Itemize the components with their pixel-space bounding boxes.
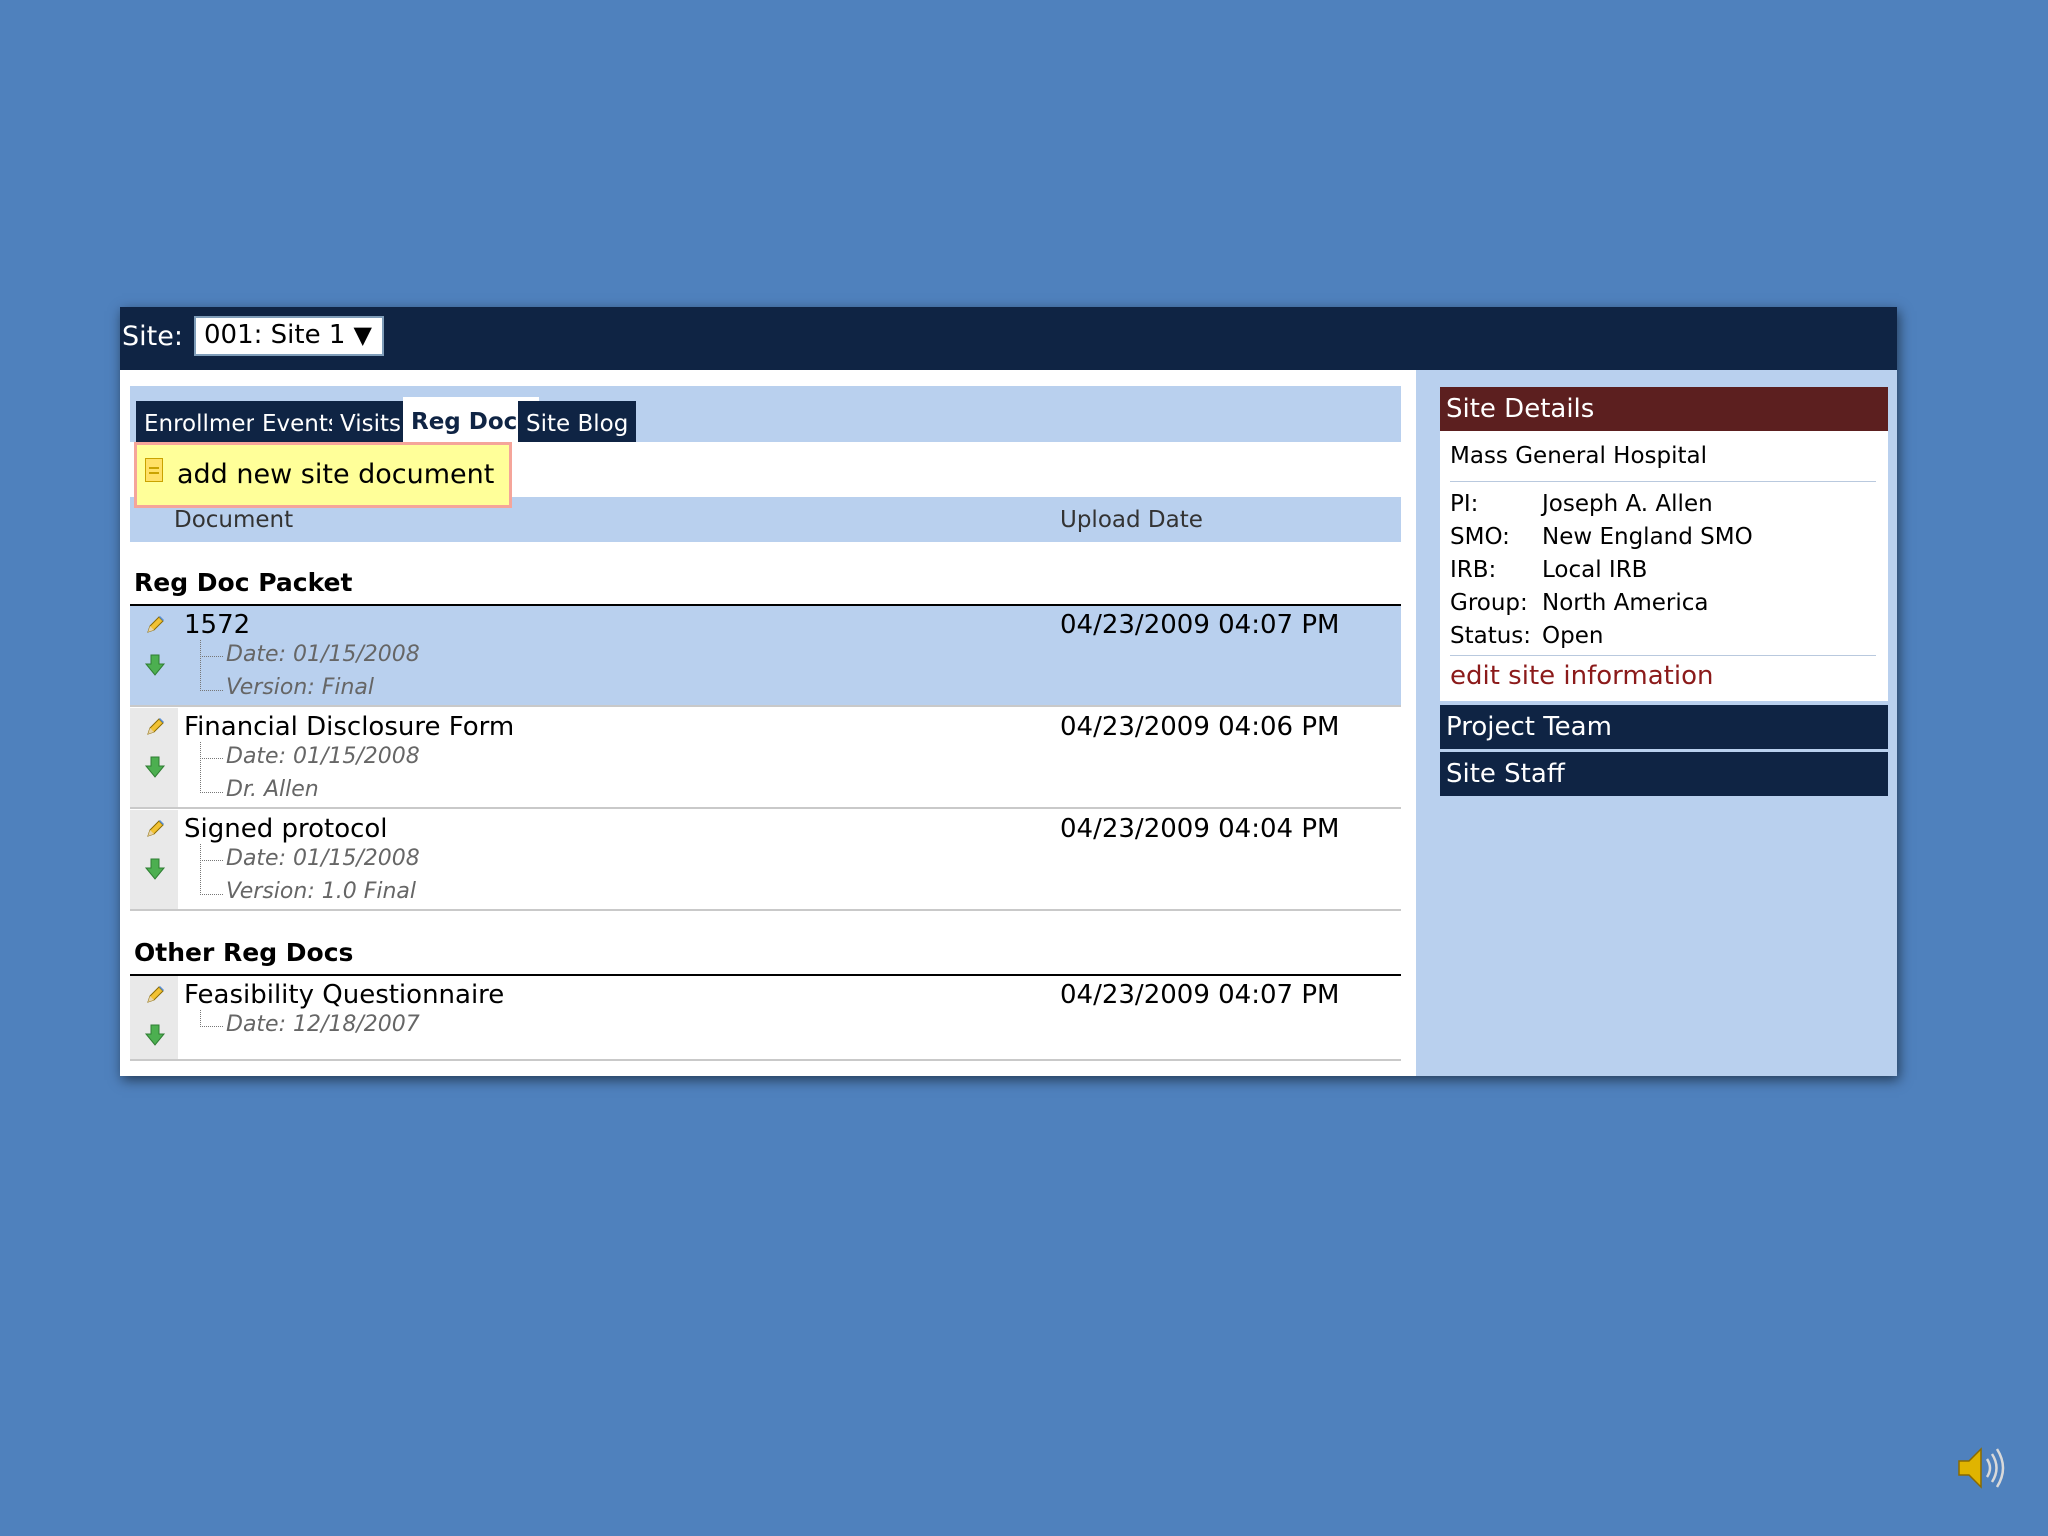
detail-key: SMO: [1450, 524, 1510, 550]
detail-status: Status: Open [1450, 623, 1603, 649]
speaker-icon[interactable] [1955, 1443, 2011, 1493]
document-meta: Date: 12/18/2007 [226, 1012, 420, 1037]
upload-date: 04/23/2009 04:04 PM [1060, 814, 1340, 844]
tree-connector [200, 758, 223, 793]
detail-smo: SMO: New England SMO [1450, 524, 1753, 550]
add-site-document-button[interactable]: add new site document [134, 442, 512, 508]
edit-site-information-link[interactable]: edit site information [1450, 661, 1713, 691]
table-row[interactable]: Signed protocol 04/23/2009 04:04 PM Date… [130, 810, 1401, 911]
site-details-panel: Mass General Hospital PI: Joseph A. Allen… [1440, 431, 1888, 701]
divider [1450, 481, 1876, 482]
site-staff-panel[interactable]: Site Staff [1440, 752, 1888, 796]
upload-date: 04/23/2009 04:07 PM [1060, 610, 1340, 640]
tree-connector [200, 640, 223, 657]
dropdown-arrow-icon[interactable]: ▼ [354, 318, 372, 352]
tree-connector [200, 860, 223, 895]
project-team-panel[interactable]: Project Team [1440, 705, 1888, 749]
site-bar: Site: 001: Site 1 ▼ [120, 307, 1897, 370]
detail-value: Open [1542, 623, 1604, 649]
tree-connector [200, 742, 223, 759]
detail-key: Group: [1450, 590, 1528, 616]
section-title: Reg Doc Packet [134, 568, 353, 597]
upload-date: 04/23/2009 04:06 PM [1060, 712, 1340, 742]
document-meta: Dr. Allen [226, 777, 319, 802]
edit-pencil-icon[interactable] [144, 614, 166, 636]
document-title[interactable]: Signed protocol [184, 814, 388, 844]
table-row[interactable]: 1572 04/23/2009 04:07 PM Date: 01/15/200… [130, 606, 1401, 707]
detail-value: New England SMO [1542, 524, 1753, 550]
column-header-upload-date[interactable]: Upload Date [1060, 507, 1203, 533]
table-row[interactable]: Feasibility Questionnaire 04/23/2009 04:… [130, 976, 1401, 1061]
detail-value: Local IRB [1542, 557, 1648, 583]
site-select[interactable]: 001: Site 1 ▼ [194, 316, 384, 356]
tree-connector [200, 656, 223, 691]
detail-group: Group: North America [1450, 590, 1709, 616]
download-arrow-icon[interactable] [144, 653, 166, 677]
site-details-header[interactable]: Site Details [1440, 387, 1888, 431]
tree-connector [200, 1010, 223, 1027]
section-title: Other Reg Docs [134, 938, 354, 967]
divider [1450, 655, 1876, 656]
document-meta: Version: Final [226, 675, 375, 700]
app-window: Site: 001: Site 1 ▼ Enrollment Events Vi… [120, 307, 1897, 1076]
table-row[interactable]: Financial Disclosure Form 04/23/2009 04:… [130, 708, 1401, 809]
tree-connector [200, 844, 223, 861]
detail-key: PI: [1450, 491, 1479, 517]
detail-value: Joseph A. Allen [1542, 491, 1713, 517]
tab-site-blog[interactable]: Site Blog [518, 401, 637, 442]
edit-pencil-icon[interactable] [144, 984, 166, 1006]
detail-irb: IRB: Local IRB [1450, 557, 1647, 583]
edit-pencil-icon[interactable] [144, 818, 166, 840]
detail-value: North America [1542, 590, 1709, 616]
download-arrow-icon[interactable] [144, 1023, 166, 1047]
tab-visits[interactable]: Visits [332, 401, 409, 442]
detail-key: IRB: [1450, 557, 1497, 583]
document-meta: Version: 1.0 Final [226, 879, 417, 904]
document-title[interactable]: Financial Disclosure Form [184, 712, 514, 742]
download-arrow-icon[interactable] [144, 857, 166, 881]
tab-strip: Enrollment Events Visits Reg Docs Site B… [130, 386, 1401, 442]
document-meta: Date: 01/15/2008 [226, 642, 420, 667]
detail-key: Status: [1450, 623, 1532, 649]
document-title[interactable]: 1572 [184, 610, 250, 640]
document-meta: Date: 01/15/2008 [226, 744, 420, 769]
document-title[interactable]: Feasibility Questionnaire [184, 980, 504, 1010]
edit-pencil-icon[interactable] [144, 716, 166, 738]
main-content: Enrollment Events Visits Reg Docs Site B… [120, 370, 1416, 1076]
download-arrow-icon[interactable] [144, 755, 166, 779]
site-label: Site: [122, 321, 183, 352]
upload-date: 04/23/2009 04:07 PM [1060, 980, 1340, 1010]
document-icon [145, 458, 163, 482]
hospital-name: Mass General Hospital [1450, 443, 1708, 469]
add-site-document-label[interactable]: add new site document [177, 459, 494, 490]
detail-pi: PI: Joseph A. Allen [1450, 491, 1713, 517]
site-select-value: 001: Site 1 [204, 320, 346, 350]
document-meta: Date: 01/15/2008 [226, 846, 420, 871]
column-header-document[interactable]: Document [174, 507, 293, 533]
